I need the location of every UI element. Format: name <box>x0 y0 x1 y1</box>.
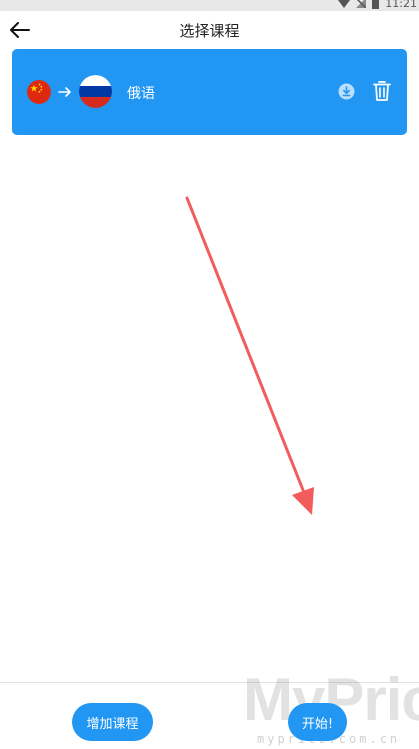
no-signal-icon <box>356 0 367 8</box>
wifi-icon <box>338 0 351 8</box>
status-bar: 11:21 <box>0 0 419 11</box>
delete-button[interactable] <box>372 80 392 102</box>
page-title: 选择课程 <box>179 22 240 40</box>
status-time: 11:21 <box>385 0 417 10</box>
trash-icon <box>373 81 391 101</box>
course-name: 俄语 <box>127 86 155 102</box>
battery-icon <box>372 0 380 9</box>
add-course-button[interactable]: 增加课程 <box>72 703 153 741</box>
china-flag-icon <box>27 80 51 104</box>
download-button[interactable] <box>338 83 355 100</box>
course-card[interactable]: 俄语 <box>12 49 407 135</box>
russia-flag-icon <box>79 75 112 108</box>
arrow-right-icon <box>58 87 71 97</box>
toolbar: 选择课程 <box>0 11 419 49</box>
status-icons: 11:21 <box>338 0 417 10</box>
start-button[interactable]: 开始! <box>288 703 347 741</box>
download-icon <box>338 83 355 100</box>
bottom-divider <box>0 682 419 683</box>
